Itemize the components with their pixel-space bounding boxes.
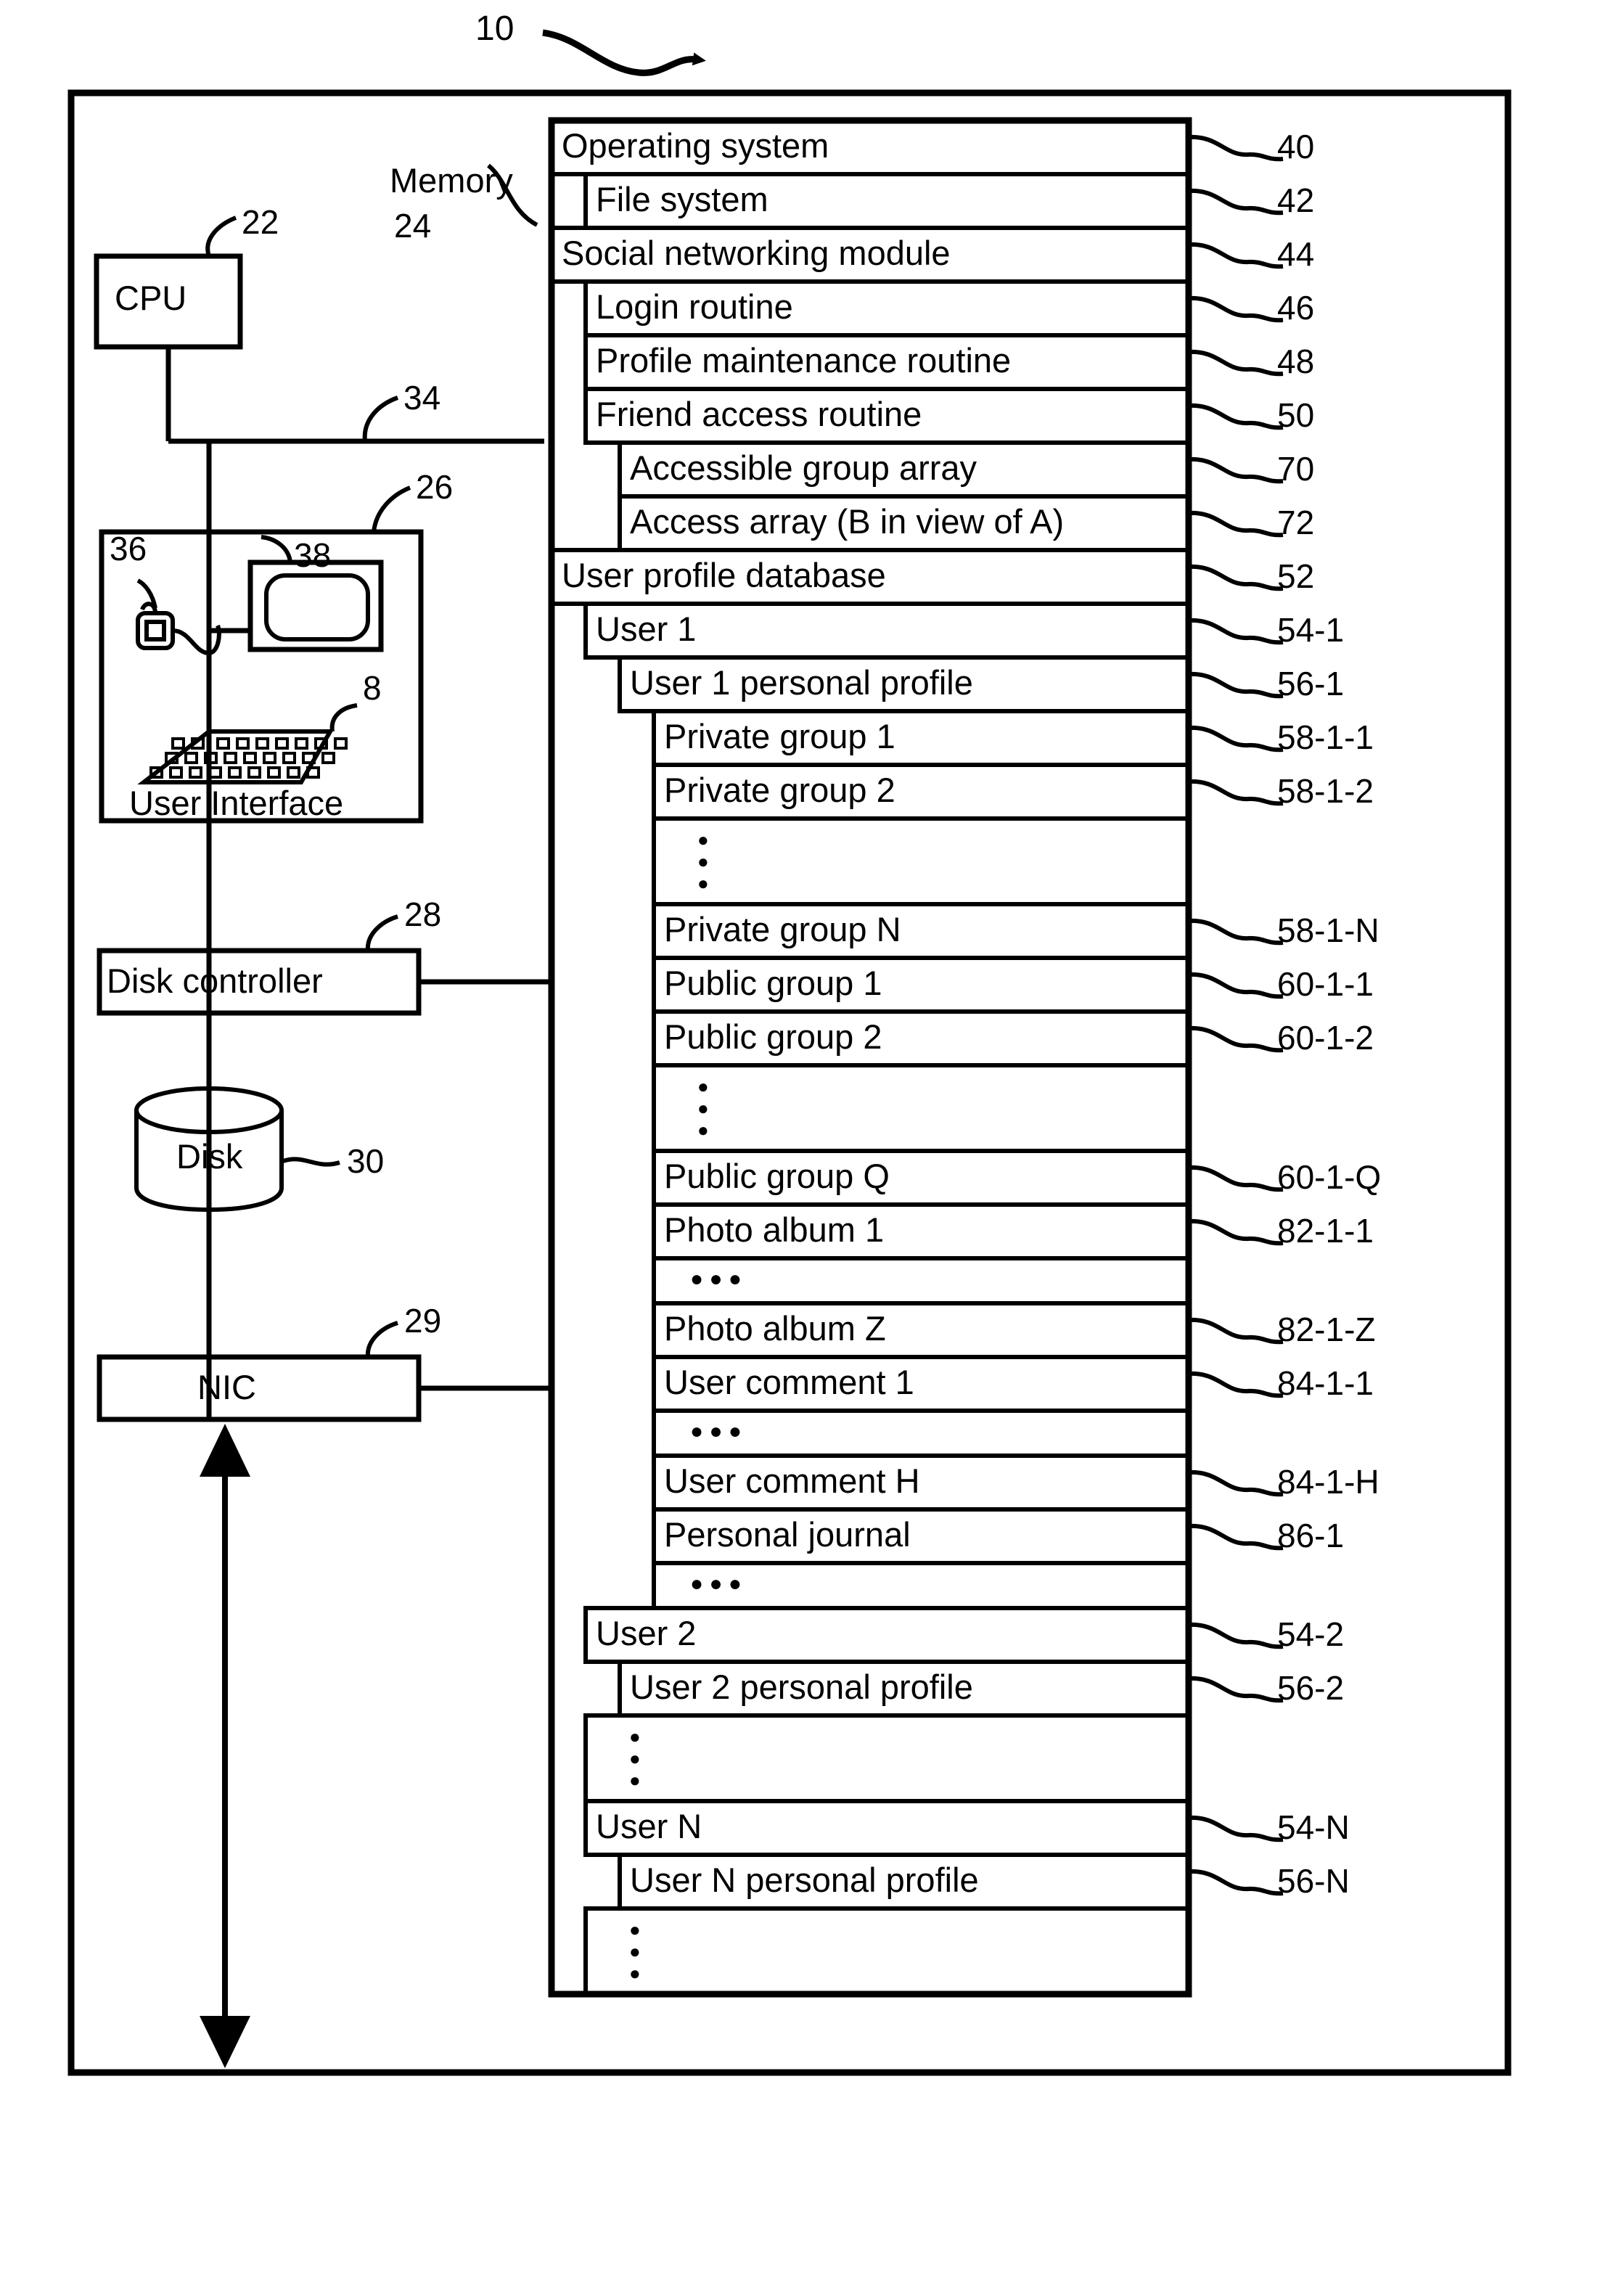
memory-row-label: Access array (B in view of A): [630, 502, 1065, 541]
memory-row-label: ● ● ●: [697, 1075, 709, 1141]
memory-row-label: Public group Q: [664, 1157, 890, 1195]
memory-row-ref: 72: [1277, 504, 1315, 541]
user-interface-label: User Interface: [129, 784, 344, 822]
memory-row-label: Friend access routine: [596, 395, 922, 433]
memory-row-label: Personal journal: [664, 1515, 911, 1554]
memory-row-ref: 40: [1277, 128, 1315, 165]
memory-row-label: Operating system: [562, 126, 829, 165]
memory-row-label: User N personal profile: [630, 1861, 979, 1899]
memory-row-label: ● ● ●: [690, 1267, 742, 1291]
memory-row-ref: 82-1-1: [1277, 1212, 1374, 1250]
memory-row-ref: 58-1-1: [1277, 718, 1374, 756]
memory-row-label: User comment 1: [664, 1363, 914, 1401]
disk-controller-ref: 28: [404, 895, 442, 933]
memory-row-ref: 56-1: [1277, 665, 1345, 702]
nic-label: NIC: [197, 1368, 256, 1406]
memory-row-ref: 54-N: [1277, 1808, 1350, 1846]
memory-row-ref: 58-1-2: [1277, 772, 1374, 810]
disk-label: Disk: [176, 1137, 243, 1176]
memory-row-ref: 54-2: [1277, 1615, 1345, 1653]
memory-row-ref: 60-1-1: [1277, 965, 1374, 1003]
memory-row-ref: 84-1-H: [1277, 1463, 1379, 1501]
memory-row-label: ● ● ●: [690, 1572, 742, 1596]
memory-row-label: User 2: [596, 1614, 697, 1652]
memory-row-ref: 42: [1277, 181, 1315, 219]
memory-row-ref: 60-1-2: [1277, 1019, 1374, 1057]
figure-reference: 10: [475, 9, 514, 48]
memory-row-ref: 60-1-Q: [1277, 1158, 1382, 1196]
memory-row-label: User 2 personal profile: [630, 1668, 973, 1706]
memory-row-ref: 56-N: [1277, 1862, 1350, 1900]
patent-figure: 10 CPU 22 Memory 24 34 User Interface 26…: [0, 0, 1603, 2296]
memory-row-label: ● ● ●: [629, 1726, 641, 1791]
memory-row-ref: 54-1: [1277, 611, 1345, 649]
memory-row-label: ● ● ●: [697, 829, 709, 894]
memory-row-ref: 84-1-1: [1277, 1364, 1374, 1402]
memory-row-label: User N: [596, 1807, 702, 1845]
memory-row-ref: 82-1-Z: [1277, 1311, 1376, 1348]
memory-row-ref: 70: [1277, 450, 1315, 488]
monitor-ref: 38: [294, 536, 332, 574]
disk-controller-label: Disk controller: [107, 962, 323, 1000]
memory-row-label: Private group 1: [664, 717, 895, 755]
memory-row-label: Public group 1: [664, 964, 882, 1002]
memory-row-label: File system: [596, 180, 768, 218]
memory-row-ref: 58-1-N: [1277, 911, 1379, 949]
cpu-label: CPU: [115, 279, 187, 317]
memory-row-label: Public group 2: [664, 1017, 882, 1056]
memory-row-label: Private group 2: [664, 771, 895, 809]
memory-row-label: Social networking module: [562, 234, 951, 272]
memory-row-label: Login routine: [596, 287, 793, 326]
memory-row-ref: 46: [1277, 289, 1315, 327]
memory-label: Memory: [390, 161, 513, 200]
memory-row-label: User 1 personal profile: [630, 663, 973, 702]
memory-row-ref: 50: [1277, 396, 1315, 434]
memory-row-label: User 1: [596, 610, 697, 648]
memory-row-ref: 44: [1277, 235, 1315, 273]
memory-row-label: User profile database: [562, 556, 886, 594]
memory-row-label: Photo album 1: [664, 1210, 885, 1249]
memory-row-ref: 48: [1277, 343, 1315, 380]
memory-row-label: ● ● ●: [690, 1419, 742, 1443]
cpu-ref: 22: [242, 203, 279, 241]
memory-row-label: ● ● ●: [629, 1919, 641, 1984]
nic-ref: 29: [404, 1302, 442, 1340]
memory-row-ref: 52: [1277, 557, 1315, 595]
memory-row-label: User comment H: [664, 1461, 920, 1500]
keyboard-ref: 8: [363, 669, 382, 707]
memory-row-label: Profile maintenance routine: [596, 341, 1012, 380]
mouse-ref: 36: [110, 530, 147, 567]
memory-row-ref: 86-1: [1277, 1517, 1345, 1554]
memory-ref: 24: [394, 207, 432, 245]
memory-row-ref: 56-2: [1277, 1669, 1345, 1707]
user-interface-ref: 26: [416, 468, 454, 506]
disk-ref: 30: [347, 1142, 385, 1180]
memory-row-label: Accessible group array: [630, 448, 977, 487]
bus-ref: 34: [403, 379, 441, 417]
memory-row-label: Private group N: [664, 910, 901, 948]
memory-row-label: Photo album Z: [664, 1309, 886, 1348]
